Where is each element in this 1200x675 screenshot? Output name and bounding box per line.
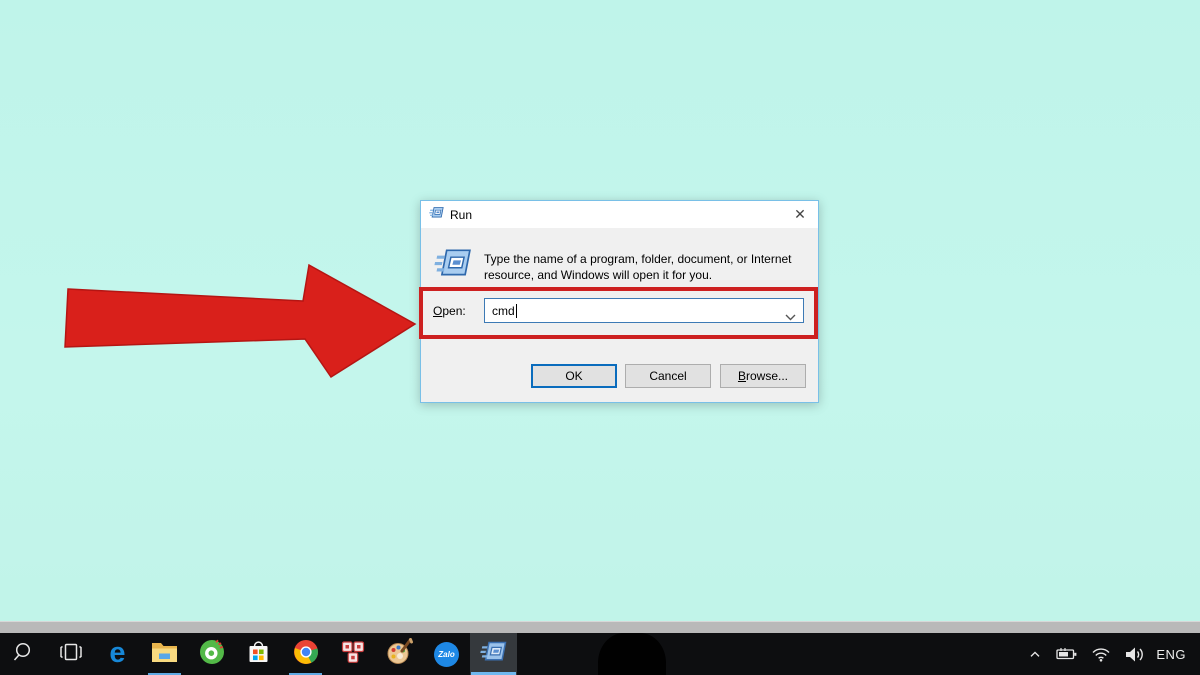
run-dialog-icon bbox=[434, 247, 472, 284]
microsoft-store-button[interactable] bbox=[235, 633, 282, 675]
dark-silhouette bbox=[598, 633, 666, 675]
chrome-button[interactable] bbox=[282, 633, 329, 675]
browse-button[interactable]: Browse... bbox=[720, 364, 806, 388]
chrome-icon bbox=[293, 639, 319, 670]
description-line-2: resource, and Windows will open it for y… bbox=[484, 267, 792, 283]
ok-button[interactable]: OK bbox=[531, 364, 617, 388]
wifi-icon[interactable] bbox=[1087, 633, 1115, 675]
close-icon[interactable]: ✕ bbox=[782, 201, 818, 228]
coc-coc-button[interactable] bbox=[188, 633, 235, 675]
language-indicator[interactable]: ENG bbox=[1153, 633, 1190, 675]
taskbar: e bbox=[0, 633, 1200, 675]
search-icon bbox=[12, 640, 36, 669]
paint-icon bbox=[386, 638, 413, 670]
run-taskbar-icon bbox=[480, 640, 507, 668]
zalo-icon: Zalo bbox=[434, 642, 459, 667]
file-explorer-icon bbox=[151, 640, 178, 668]
system-tray: ENG bbox=[1023, 633, 1200, 675]
run-dialog-titlebar[interactable]: Run ✕ bbox=[421, 201, 818, 228]
edge-button[interactable]: e bbox=[94, 633, 141, 675]
dialog-description: Type the name of a program, folder, docu… bbox=[484, 251, 792, 283]
red-highlight-box bbox=[419, 287, 818, 339]
zalo-button[interactable]: Zalo bbox=[423, 633, 470, 675]
desktop-background: Run ✕ Type the name of a program, folder… bbox=[0, 0, 1200, 675]
edge-icon: e bbox=[109, 639, 125, 668]
cancel-button[interactable]: Cancel bbox=[625, 364, 711, 388]
coc-coc-browser-icon bbox=[199, 639, 225, 670]
unikey-button[interactable] bbox=[329, 633, 376, 675]
search-button[interactable] bbox=[0, 633, 47, 675]
task-view-button[interactable] bbox=[47, 633, 94, 675]
microsoft-store-icon bbox=[246, 639, 271, 670]
run-taskbar-button[interactable] bbox=[470, 633, 517, 675]
task-view-icon bbox=[58, 641, 84, 668]
file-explorer-button[interactable] bbox=[141, 633, 188, 675]
paint-button[interactable] bbox=[376, 633, 423, 675]
volume-icon[interactable] bbox=[1120, 633, 1148, 675]
gray-strip bbox=[0, 621, 1200, 633]
battery-icon[interactable] bbox=[1052, 633, 1082, 675]
run-app-icon bbox=[429, 206, 444, 224]
dialog-title: Run bbox=[450, 208, 472, 222]
unikey-icon bbox=[340, 639, 366, 670]
description-line-1: Type the name of a program, folder, docu… bbox=[484, 251, 792, 267]
chevron-up-icon[interactable] bbox=[1023, 633, 1047, 675]
